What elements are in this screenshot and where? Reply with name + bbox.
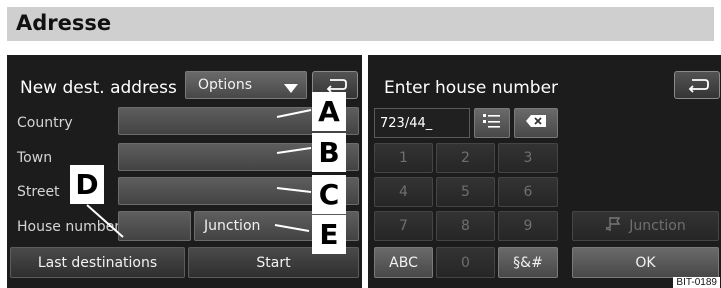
- list-button[interactable]: [474, 108, 510, 138]
- new-destination-screen: New dest. address Options Country Town S…: [7, 55, 362, 288]
- key-9[interactable]: 9: [498, 211, 558, 241]
- house-number-value: 723/44_: [380, 115, 433, 131]
- backspace-button[interactable]: [514, 108, 558, 138]
- screen-title: New dest. address: [20, 78, 177, 98]
- key-6-label: 6: [523, 184, 533, 200]
- screen-title: Enter house number: [384, 78, 559, 98]
- key-8-label: 8: [461, 218, 470, 234]
- section-header: Adresse: [7, 7, 714, 41]
- abc-label: ABC: [389, 254, 418, 271]
- ok-button[interactable]: OK: [572, 247, 719, 278]
- house-number-input[interactable]: 723/44_: [374, 108, 470, 138]
- abc-button[interactable]: ABC: [374, 247, 433, 278]
- key-1-label: 1: [399, 150, 408, 166]
- backspace-icon: [525, 114, 547, 132]
- back-button[interactable]: [674, 71, 720, 99]
- dropdown-triangle-icon: [284, 81, 298, 97]
- key-6[interactable]: 6: [498, 177, 558, 207]
- back-arrow-icon: [686, 77, 710, 97]
- image-code-label: BIT-0189: [673, 277, 720, 288]
- key-4[interactable]: 4: [374, 177, 433, 207]
- key-9-label: 9: [523, 218, 533, 234]
- options-label: Options: [198, 77, 253, 93]
- key-8[interactable]: 8: [436, 211, 495, 241]
- key-0[interactable]: 0: [436, 247, 495, 278]
- junction-label: Junction: [204, 218, 261, 234]
- junction-button[interactable]: Junction: [572, 211, 719, 241]
- last-destinations-label: Last destinations: [37, 254, 158, 271]
- town-label: Town: [17, 150, 53, 166]
- house-number-screen: Enter house number 723/44_ 1 2 3 4 5 6 7…: [368, 55, 721, 288]
- key-3-label: 3: [523, 150, 533, 166]
- last-destinations-button[interactable]: Last destinations: [10, 247, 185, 278]
- symbols-label: §&#: [513, 254, 543, 271]
- ok-label: OK: [635, 254, 656, 271]
- key-7-label: 7: [399, 218, 408, 234]
- callout-e: E: [312, 215, 346, 254]
- key-0-label: 0: [461, 254, 470, 271]
- key-7[interactable]: 7: [374, 211, 433, 241]
- callout-c: C: [312, 175, 346, 214]
- list-icon: [482, 112, 502, 134]
- key-3[interactable]: 3: [498, 143, 558, 173]
- symbols-button[interactable]: §&#: [498, 247, 558, 278]
- house-number-label: House number: [17, 219, 120, 235]
- key-2[interactable]: 2: [436, 143, 495, 173]
- options-button[interactable]: Options: [185, 71, 307, 99]
- street-label: Street: [17, 184, 60, 200]
- house-number-field[interactable]: [118, 211, 191, 241]
- key-5-label: 5: [461, 184, 470, 200]
- country-label: Country: [17, 115, 73, 131]
- callout-d: D: [70, 165, 104, 204]
- callout-b: B: [312, 133, 346, 172]
- section-title: Adresse: [16, 11, 112, 35]
- callout-a: A: [312, 92, 346, 131]
- key-5[interactable]: 5: [436, 177, 495, 207]
- junction-flag-icon: [605, 215, 623, 237]
- key-2-label: 2: [461, 150, 470, 166]
- key-4-label: 4: [399, 184, 408, 200]
- junction-label: Junction: [629, 218, 686, 234]
- key-1[interactable]: 1: [374, 143, 433, 173]
- start-label: Start: [256, 254, 291, 271]
